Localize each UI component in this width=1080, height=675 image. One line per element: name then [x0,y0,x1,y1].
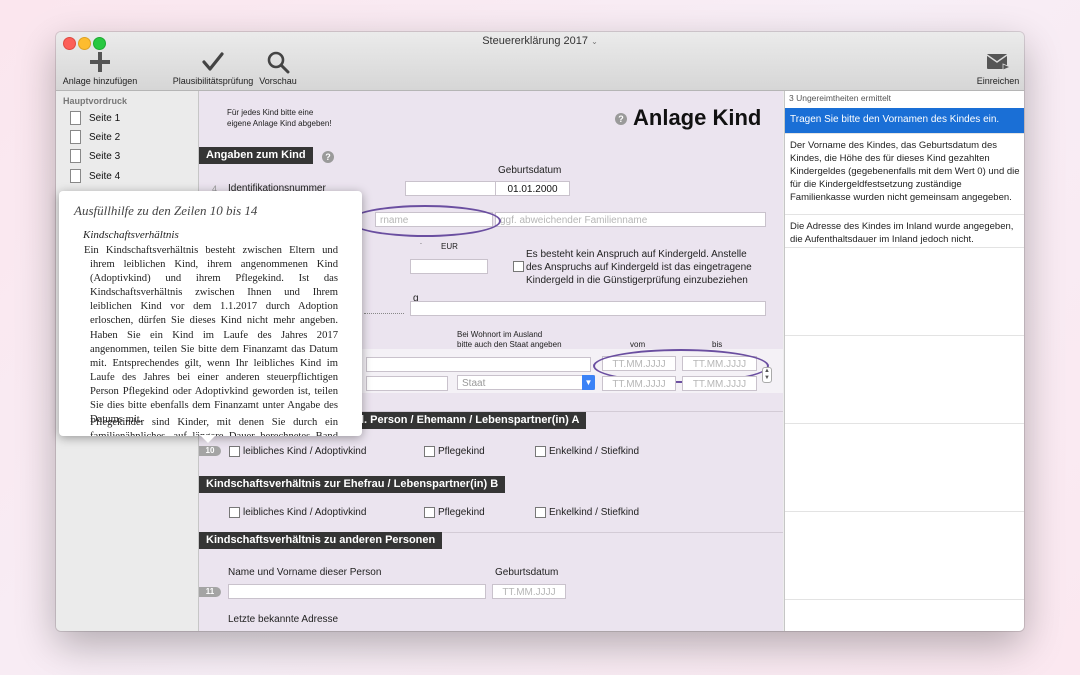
abroad-note-line-2: bitte auch den Staat angeben [457,340,562,349]
no-kindergeld-claim-text: Es besteht kein Anspruch auf Kindergeld.… [526,248,752,287]
submit-label: Einreichen [976,76,1020,86]
sidebar-item-label: Seite 3 [89,150,121,162]
line-number-10: 10 [199,446,221,456]
sidebar-item-seite-4[interactable]: Seite 4 [70,167,120,185]
no-claim-line-2: des Anspruchs auf Kindergeld ist das ein… [526,262,752,273]
sidebar-header: Hauptvordruck [63,96,128,106]
issues-count: 3 Ungereimtheiten ermittelt [789,93,892,103]
missing-first-name-highlight [349,205,501,237]
sidebar-item-label: Seite 1 [89,112,121,124]
other-person-name-label: Name und Vorname dieser Person [228,567,382,578]
section-header-other-persons: Kindschaftsverhältnis zu anderen Persone… [199,532,443,549]
checkbox-b-leiblich[interactable] [229,507,240,518]
page-icon [70,111,81,125]
help-icon[interactable]: ? [322,151,334,163]
popover-paragraph-2: Pflegekinder sind Kinder, mit denen Sie … [90,417,338,436]
no-claim-line-3: Kindergeld in die Günstigerprüfung einzu… [526,275,748,286]
help-popover[interactable]: Ausfüllhilfe zu den Zeilen 10 bis 14 Kin… [59,191,362,443]
birthdate-label: Geburtsdatum [498,165,562,176]
popover-subtitle: Kindschaftsverhältnis [83,229,179,241]
family-name-input[interactable]: ggf. abweichender Familienname [495,212,766,227]
country-select-value: Staat [462,378,486,389]
plausibility-check-button[interactable]: Plausibilitätsprüfung [172,50,254,86]
issue-item[interactable]: Der Vorname des Kindes, das Geburtsdatum… [785,134,1024,215]
sidebar-item-seite-2[interactable]: Seite 2 [70,128,120,146]
other-person-birthdate-label: Geburtsdatum [495,567,559,578]
line-number-11: 11 [199,587,221,597]
popover-arrow [200,435,216,443]
page-icon [70,149,81,163]
issue-item-empty [785,248,1024,336]
checkbox-a-enkelkind[interactable] [535,446,546,457]
window-title[interactable]: Steuererklärung 2017 ⌄ [56,35,1024,47]
plausibility-check-label: Plausibilitätsprüfung [172,76,254,86]
add-attachment-button[interactable]: Anlage hinzufügen [62,50,138,86]
help-icon[interactable]: ? [615,113,627,125]
issue-item[interactable]: Die Adresse des Kindes im Inland wurde a… [785,215,1024,248]
checkbox-a-pflegekind[interactable] [424,446,435,457]
checkbox-b-leiblich-label: leibliches Kind / Adoptivkind [243,507,367,518]
form-note-line-2: eigene Anlage Kind abgeben! [227,119,332,128]
dot-fragment: . [420,239,422,246]
city-input[interactable] [366,376,448,391]
section-header-person-b: Kindschaftsverhältnis zur Ehefrau / Lebe… [199,476,506,493]
issue-item-empty [785,424,1024,512]
issue-item-empty [785,512,1024,600]
checkbox-b-pflegekind[interactable] [424,507,435,518]
page-icon [70,130,81,144]
chevron-down-icon[interactable]: ▼ [582,375,595,390]
stepper-icon[interactable]: ▲ ▼ [762,367,772,383]
sidebar-item-seite-1[interactable]: Seite 1 [70,109,120,127]
section-header-person-a: l. Person / Ehemann / Lebenspartner(in) … [349,412,587,429]
dotted-leader [364,313,404,314]
form-title: Anlage Kind [633,105,762,130]
preview-label: Vorschau [259,76,297,86]
popover-title: Ausfüllhilfe zu den Zeilen 10 bis 14 [74,203,258,218]
sidebar-item-label: Seite 2 [89,131,121,143]
sidebar-item-label: Seite 4 [89,170,121,182]
page-icon [70,169,81,183]
preview-button[interactable]: Vorschau [257,50,299,86]
familienkasse-input[interactable] [410,301,766,316]
stay-to-input-2[interactable]: TT.MM.JJJJ [682,376,757,391]
sidebar-item-seite-3[interactable]: Seite 3 [70,147,120,165]
plus-icon [90,52,110,72]
checkbox-a-enkelkind-label: Enkelkind / Stiefkind [549,446,640,457]
checkmark-icon [202,52,224,71]
form-note-line-1: Für jedes Kind bitte eine [227,108,314,117]
section-header-angaben-zum-kind: Angaben zum Kind [199,147,313,164]
eur-label: EUR [441,242,458,251]
checkbox-a-leiblich-label: leibliches Kind / Adoptivkind [243,446,367,457]
country-select[interactable]: Staat [457,375,595,390]
no-kindergeld-claim-checkbox[interactable] [513,261,524,272]
checkbox-a-pflegekind-label: Pflegekind [438,446,485,457]
birthdate-input[interactable]: 01.01.2000 [495,181,570,196]
other-person-birthdate-input[interactable]: TT.MM.JJJJ [492,584,566,599]
chevron-down-icon: ⌄ [591,37,598,46]
issue-item-selected[interactable]: Tragen Sie bitte den Vornamen des Kindes… [785,108,1024,134]
checkbox-a-leiblich[interactable] [229,446,240,457]
last-address-label: Letzte bekannte Adresse [228,614,339,625]
no-claim-line-1: Es besteht kein Anspruch auf Kindergeld.… [526,249,747,260]
toolbar: Steuererklärung 2017 ⌄ Anlage hinzufügen… [56,32,1024,91]
add-attachment-label: Anlage hinzufügen [62,76,138,86]
issues-panel: 3 Ungereimtheiten ermittelt Tragen Sie b… [784,91,1024,631]
checkbox-b-pflegekind-label: Pflegekind [438,507,485,518]
envelope-send-icon [986,54,1011,71]
kindergeld-amount-input[interactable] [410,259,488,274]
stay-from-input-2[interactable]: TT.MM.JJJJ [602,376,676,391]
submit-button[interactable]: Einreichen [974,50,1022,86]
popover-paragraph-1: Ein Kindschaftsverhältnis besteht zwisch… [84,245,338,426]
checkbox-b-enkelkind[interactable] [535,507,546,518]
abroad-note-line-1: Bei Wohnort im Ausland [457,330,543,339]
checkbox-b-enkelkind-label: Enkelkind / Stiefkind [549,507,640,518]
to-label: bis [712,340,723,349]
issue-item-empty [785,336,1024,424]
address-input[interactable] [366,357,591,372]
magnifier-icon [267,51,290,74]
other-person-name-input[interactable] [228,584,486,599]
from-label: vom [630,340,646,349]
